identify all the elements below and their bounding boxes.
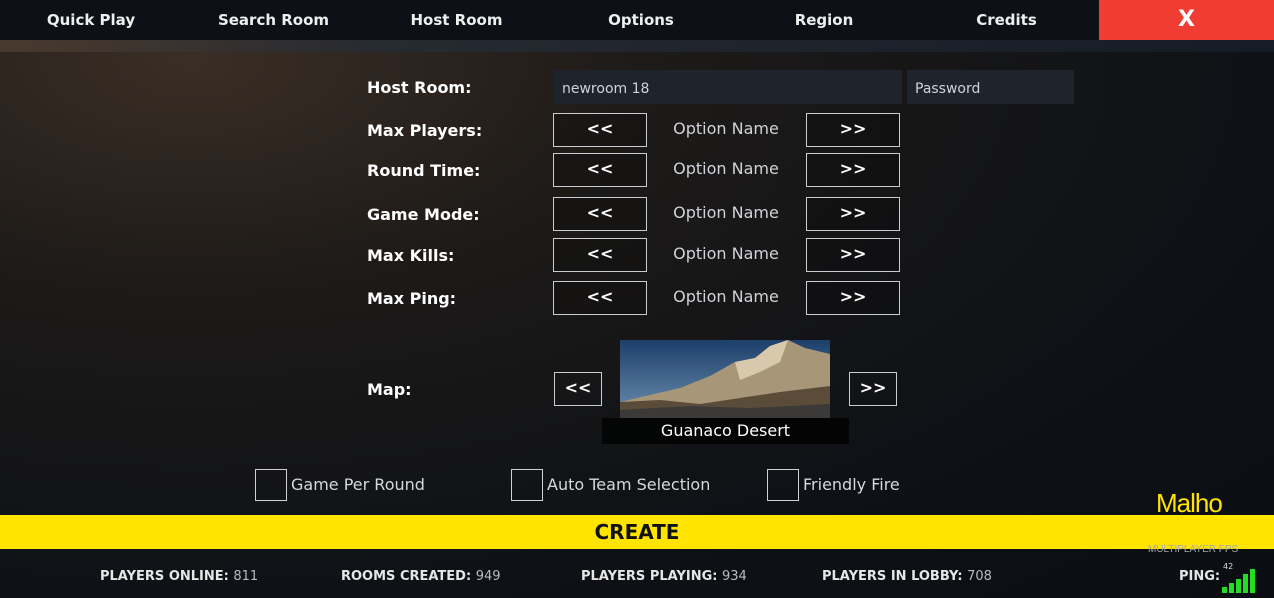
players-playing-value: 934 [721,569,747,584]
rooms-created-stat: ROOMS CREATED: 949 [341,569,501,584]
map-next-button[interactable]: >> [849,372,897,406]
game-per-round-checkbox[interactable] [255,469,287,501]
nav-options[interactable]: Options [548,0,734,40]
logo-line-1: Malho [1156,488,1223,518]
players-lobby-label: PLAYERS IN LOBBY: [822,569,963,584]
nav-region[interactable]: Region [734,0,914,40]
ping-bar-3 [1236,579,1241,593]
players-playing-stat: PLAYERS PLAYING: 934 [581,569,747,584]
round-time-label: Round Time: [367,161,481,180]
map-preview-image [620,340,830,418]
friendly-fire-label: Friendly Fire [803,475,900,494]
nav-credits[interactable]: Credits [914,0,1099,40]
players-online-label: PLAYERS ONLINE: [100,569,229,584]
ping-bar-1 [1222,587,1227,593]
max-ping-value: Option Name [673,287,779,306]
map-prev-button[interactable]: << [554,372,602,406]
game-mode-prev-button[interactable]: << [553,197,647,231]
max-players-prev-button[interactable]: << [553,113,647,147]
game-mode-next-button[interactable]: >> [806,197,900,231]
max-ping-prev-button[interactable]: << [553,281,647,315]
max-kills-prev-button[interactable]: << [553,238,647,272]
max-kills-next-button[interactable]: >> [806,238,900,272]
create-button[interactable]: CREATE [0,515,1274,549]
max-players-value: Option Name [673,119,779,138]
map-name-caption: Guanaco Desert [602,418,849,444]
max-kills-label: Max Kills: [367,246,455,265]
host-room-label: Host Room: [367,78,472,97]
game-mode-value: Option Name [673,203,779,222]
max-players-label: Max Players: [367,121,483,140]
auto-team-selection-label: Auto Team Selection [547,475,711,494]
logo-line-3: MULTIPLAYER FPS [1148,544,1239,555]
nav-underline-strip [0,40,1274,52]
max-players-next-button[interactable]: >> [806,113,900,147]
game-logo: Malho One MULTIPLAYER FPS [1146,488,1246,558]
ping-bar-4 [1243,574,1248,593]
round-time-value: Option Name [673,159,779,178]
nav-quick-play[interactable]: Quick Play [0,0,182,40]
rooms-created-value: 949 [475,569,501,584]
max-ping-next-button[interactable]: >> [806,281,900,315]
close-button[interactable]: X [1099,0,1274,40]
max-ping-label: Max Ping: [367,289,457,308]
players-lobby-value: 708 [967,569,992,584]
nav-search-room[interactable]: Search Room [182,0,365,40]
players-online-stat: PLAYERS ONLINE: 811 [100,569,258,584]
max-kills-value: Option Name [673,244,779,263]
rooms-created-label: ROOMS CREATED: [341,569,472,584]
ping-bar-5 [1250,569,1255,593]
players-online-value: 811 [233,569,259,584]
ping-bar-2 [1229,583,1234,593]
round-time-next-button[interactable]: >> [806,153,900,187]
game-mode-label: Game Mode: [367,205,480,224]
game-per-round-label: Game Per Round [291,475,425,494]
ping-label: PING: [1179,569,1221,584]
players-playing-label: PLAYERS PLAYING: [581,569,718,584]
round-time-prev-button[interactable]: << [553,153,647,187]
players-lobby-stat: PLAYERS IN LOBBY: 708 [822,569,992,584]
nav-host-room[interactable]: Host Room [365,0,548,40]
password-input[interactable]: Password [907,70,1074,104]
map-label: Map: [367,380,412,399]
auto-team-selection-checkbox[interactable] [511,469,543,501]
ping-signal-icon: 42 [1222,562,1262,593]
room-name-input[interactable]: newroom 18 [554,70,902,104]
friendly-fire-checkbox[interactable] [767,469,799,501]
